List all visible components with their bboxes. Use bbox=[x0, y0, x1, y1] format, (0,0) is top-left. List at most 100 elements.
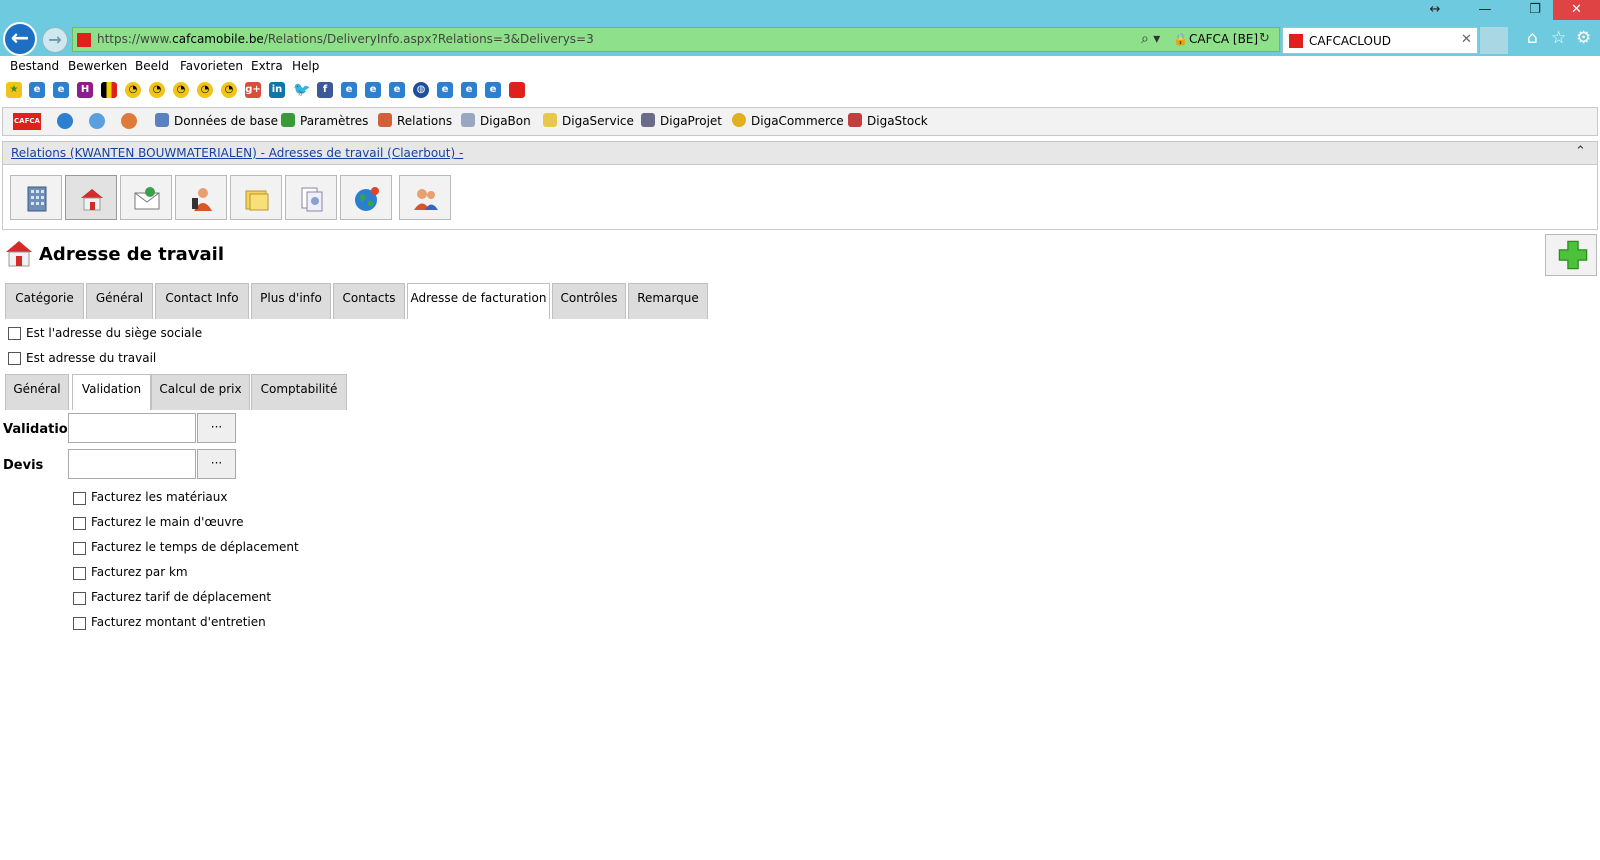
resize-icon[interactable]: ↔ bbox=[1420, 0, 1450, 20]
globe-icon[interactable]: ◍ bbox=[413, 82, 429, 98]
nav-digaprojet[interactable]: DigaProjet bbox=[641, 112, 722, 133]
minimize-button[interactable]: — bbox=[1470, 0, 1500, 20]
url-path: /Relations/DeliveryInfo.aspx?Relations=3… bbox=[263, 32, 594, 46]
tab-adresse-de-facturation[interactable]: Adresse de facturation bbox=[407, 283, 550, 319]
menu-favorieten[interactable]: Favorieten bbox=[180, 59, 243, 73]
project-icon bbox=[641, 113, 655, 127]
nav-digastock[interactable]: DigaStock bbox=[848, 112, 928, 133]
subtab-validation[interactable]: Validation bbox=[72, 374, 151, 410]
siege-sociale-checkbox[interactable] bbox=[8, 327, 21, 340]
tab-remarque[interactable]: Remarque bbox=[628, 283, 708, 319]
radiation-icon[interactable]: ◔ bbox=[221, 82, 237, 98]
nav-digacommerce[interactable]: DigaCommerce bbox=[732, 112, 844, 133]
twitter-icon[interactable]: 🐦 bbox=[293, 82, 310, 98]
validation-browse-button[interactable]: ··· bbox=[197, 413, 236, 443]
contact-phone-button[interactable] bbox=[175, 175, 227, 220]
cafca-icon[interactable] bbox=[509, 82, 525, 98]
company-button[interactable] bbox=[10, 175, 62, 220]
restore-button[interactable]: ❐ bbox=[1520, 0, 1550, 20]
ie-link-icon[interactable]: e bbox=[341, 82, 357, 98]
tab-plus-d-info[interactable]: Plus d'info bbox=[251, 283, 331, 319]
tab-general[interactable]: Général bbox=[86, 283, 153, 319]
nav-label: Données de base bbox=[174, 114, 279, 128]
ie-link-icon[interactable]: e bbox=[389, 82, 405, 98]
linkedin-icon[interactable]: in bbox=[269, 82, 285, 98]
subtab-calcul-de-prix[interactable]: Calcul de prix bbox=[151, 374, 250, 410]
tab-close-icon[interactable]: ✕ bbox=[1461, 32, 1472, 47]
facebook-icon[interactable]: f bbox=[317, 82, 333, 98]
back-button[interactable]: ← bbox=[3, 22, 37, 56]
globe-icon[interactable] bbox=[57, 113, 73, 129]
user-icon[interactable] bbox=[121, 113, 137, 129]
ie-link-icon[interactable]: e bbox=[29, 82, 45, 98]
facturez-main-oeuvre-checkbox[interactable] bbox=[73, 517, 86, 530]
h-site-icon[interactable]: H bbox=[77, 82, 93, 98]
subtab-comptabilite[interactable]: Comptabilité bbox=[251, 374, 347, 410]
tab-favicon-icon bbox=[1289, 34, 1303, 48]
belgium-flag-icon[interactable] bbox=[101, 82, 117, 98]
tab-contacts[interactable]: Contacts bbox=[333, 283, 405, 319]
tab-contact-info[interactable]: Contact Info bbox=[155, 283, 249, 319]
tab-title: CAFCACLOUD bbox=[1309, 34, 1391, 48]
radiation-icon[interactable]: ◔ bbox=[173, 82, 189, 98]
menu-bewerken[interactable]: Bewerken bbox=[68, 59, 127, 73]
home-icon[interactable]: ⌂ bbox=[1527, 28, 1538, 48]
ie-link-icon[interactable]: e bbox=[461, 82, 477, 98]
tab-categorie[interactable]: Catégorie bbox=[5, 283, 84, 319]
mail-button[interactable] bbox=[120, 175, 172, 220]
favorites-star-icon[interactable]: ☆ bbox=[1551, 28, 1566, 48]
facturez-materiaux-checkbox[interactable] bbox=[73, 492, 86, 505]
radiation-icon[interactable]: ◔ bbox=[125, 82, 141, 98]
devis-input[interactable] bbox=[68, 449, 196, 479]
settings-icon bbox=[281, 113, 295, 127]
browser-tab[interactable]: CAFCACLOUD ✕ bbox=[1282, 27, 1478, 54]
new-tab-button[interactable] bbox=[1480, 27, 1508, 54]
facturez-temps-deplacement-checkbox[interactable] bbox=[73, 542, 86, 555]
google-plus-icon[interactable]: g+ bbox=[245, 82, 261, 98]
web-button[interactable] bbox=[340, 175, 392, 220]
menu-extra[interactable]: Extra bbox=[251, 59, 283, 73]
facturez-montant-entretien-checkbox[interactable] bbox=[73, 617, 86, 630]
menu-help[interactable]: Help bbox=[292, 59, 319, 73]
url-input[interactable]: https://www.cafcamobile.be/Relations/Del… bbox=[72, 27, 1280, 52]
ie-link-icon[interactable]: e bbox=[485, 82, 501, 98]
devis-browse-button[interactable]: ··· bbox=[197, 449, 236, 479]
facturez-par-km-checkbox[interactable] bbox=[73, 567, 86, 580]
validation-label: Validation bbox=[3, 422, 77, 437]
nav-digaservice[interactable]: DigaService bbox=[543, 112, 634, 133]
breadcrumb[interactable]: Relations (KWANTEN BOUWMATERIALEN) - Adr… bbox=[11, 146, 463, 160]
search-icon[interactable]: ⌕ ▾ bbox=[1141, 31, 1160, 47]
subtab-general[interactable]: Général bbox=[5, 374, 69, 410]
nav-relations[interactable]: Relations bbox=[378, 112, 452, 133]
documents-button[interactable] bbox=[285, 175, 337, 220]
lock-icon[interactable]: 🔒 bbox=[1173, 32, 1188, 46]
ie-link-icon[interactable]: e bbox=[365, 82, 381, 98]
close-window-button[interactable]: ✕ bbox=[1553, 0, 1600, 20]
forward-button[interactable]: → bbox=[42, 27, 68, 53]
nav-parametres[interactable]: Paramètres bbox=[281, 112, 368, 133]
folder-button[interactable] bbox=[230, 175, 282, 220]
adresse-du-travail-checkbox[interactable] bbox=[8, 352, 21, 365]
tab-controles[interactable]: Contrôles bbox=[552, 283, 626, 319]
ie-link-icon[interactable]: e bbox=[437, 82, 453, 98]
facturez-tarif-deplacement-checkbox[interactable] bbox=[73, 592, 86, 605]
site-identity[interactable]: CAFCA [BE] bbox=[1189, 32, 1258, 46]
breadcrumb-bar: Relations (KWANTEN BOUWMATERIALEN) - Adr… bbox=[2, 141, 1598, 165]
add-button[interactable] bbox=[1545, 234, 1597, 276]
validation-input[interactable] bbox=[68, 413, 196, 443]
radiation-icon[interactable]: ◔ bbox=[197, 82, 213, 98]
cafca-logo[interactable]: CAFCA bbox=[13, 113, 41, 130]
nav-donnees-de-base[interactable]: Données de base bbox=[155, 112, 278, 133]
menu-beeld[interactable]: Beeld bbox=[135, 59, 169, 73]
menu-bestand[interactable]: Bestand bbox=[10, 59, 59, 73]
contacts-button[interactable] bbox=[399, 175, 451, 220]
work-address-button[interactable] bbox=[65, 175, 117, 220]
add-favorite-icon[interactable]: ★ bbox=[6, 82, 22, 98]
settings-gear-icon[interactable]: ⚙ bbox=[1576, 28, 1591, 48]
nav-digabon[interactable]: DigaBon bbox=[461, 112, 531, 133]
refresh-icon[interactable]: ↻ bbox=[1259, 31, 1270, 46]
ie-link-icon[interactable]: e bbox=[53, 82, 69, 98]
sync-icon[interactable] bbox=[89, 113, 105, 129]
radiation-icon[interactable]: ◔ bbox=[149, 82, 165, 98]
collapse-icon[interactable]: ⌃ bbox=[1575, 144, 1586, 159]
